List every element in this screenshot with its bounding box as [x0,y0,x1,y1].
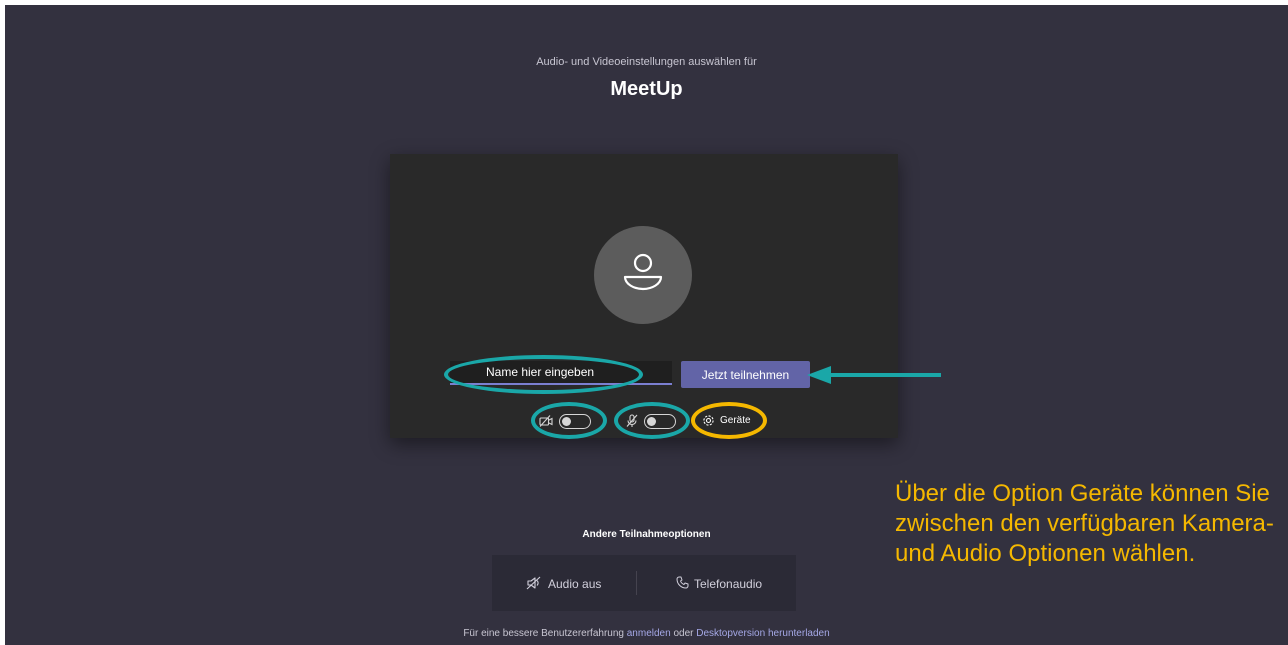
name-input[interactable] [450,361,672,385]
person-icon [623,253,663,291]
gear-icon [703,415,714,426]
devices-button[interactable]: Geräte [702,412,762,430]
avatar [594,226,692,324]
camera-off-icon [539,415,553,427]
footer-or: oder [673,628,694,639]
footer-prefix: Für eine bessere Benutzererfahrung [463,628,624,639]
audio-off-label: Audio aus [548,577,602,591]
annotation-arrow-icon [807,366,941,384]
phone-audio-label: Telefonaudio [694,577,763,591]
camera-toggle[interactable] [559,414,591,429]
footer-hint: Für eine bessere Benutzererfahrung anmel… [5,628,1288,639]
other-join-options: Audio aus Telefonaudio [492,555,796,611]
download-desktop-link[interactable]: Desktopversion herunterladen [696,628,829,639]
prejoin-subtitle: Audio- und Videoeinstellungen auswählen … [536,56,757,68]
meeting-title: MeetUp [610,78,683,100]
camera-toggle-knob [562,416,571,426]
video-preview-panel: Jetzt teilnehmen Geräte [390,154,898,438]
mic-off-icon [626,414,638,427]
microphone-toggle-knob [647,416,656,426]
devices-label: Geräte [720,415,751,426]
join-now-button[interactable]: Jetzt teilnehmen [681,361,810,388]
signin-link[interactable]: anmelden [627,628,671,639]
annotation-text: Über die Option Geräte können Sie zwisch… [895,480,1274,567]
teams-prejoin-screen: Audio- und Videoeinstellungen auswählen … [5,5,1288,645]
microphone-toggle[interactable] [644,414,676,429]
speaker-off-icon [526,576,541,590]
options-divider [636,571,637,595]
phone-icon [676,576,689,589]
